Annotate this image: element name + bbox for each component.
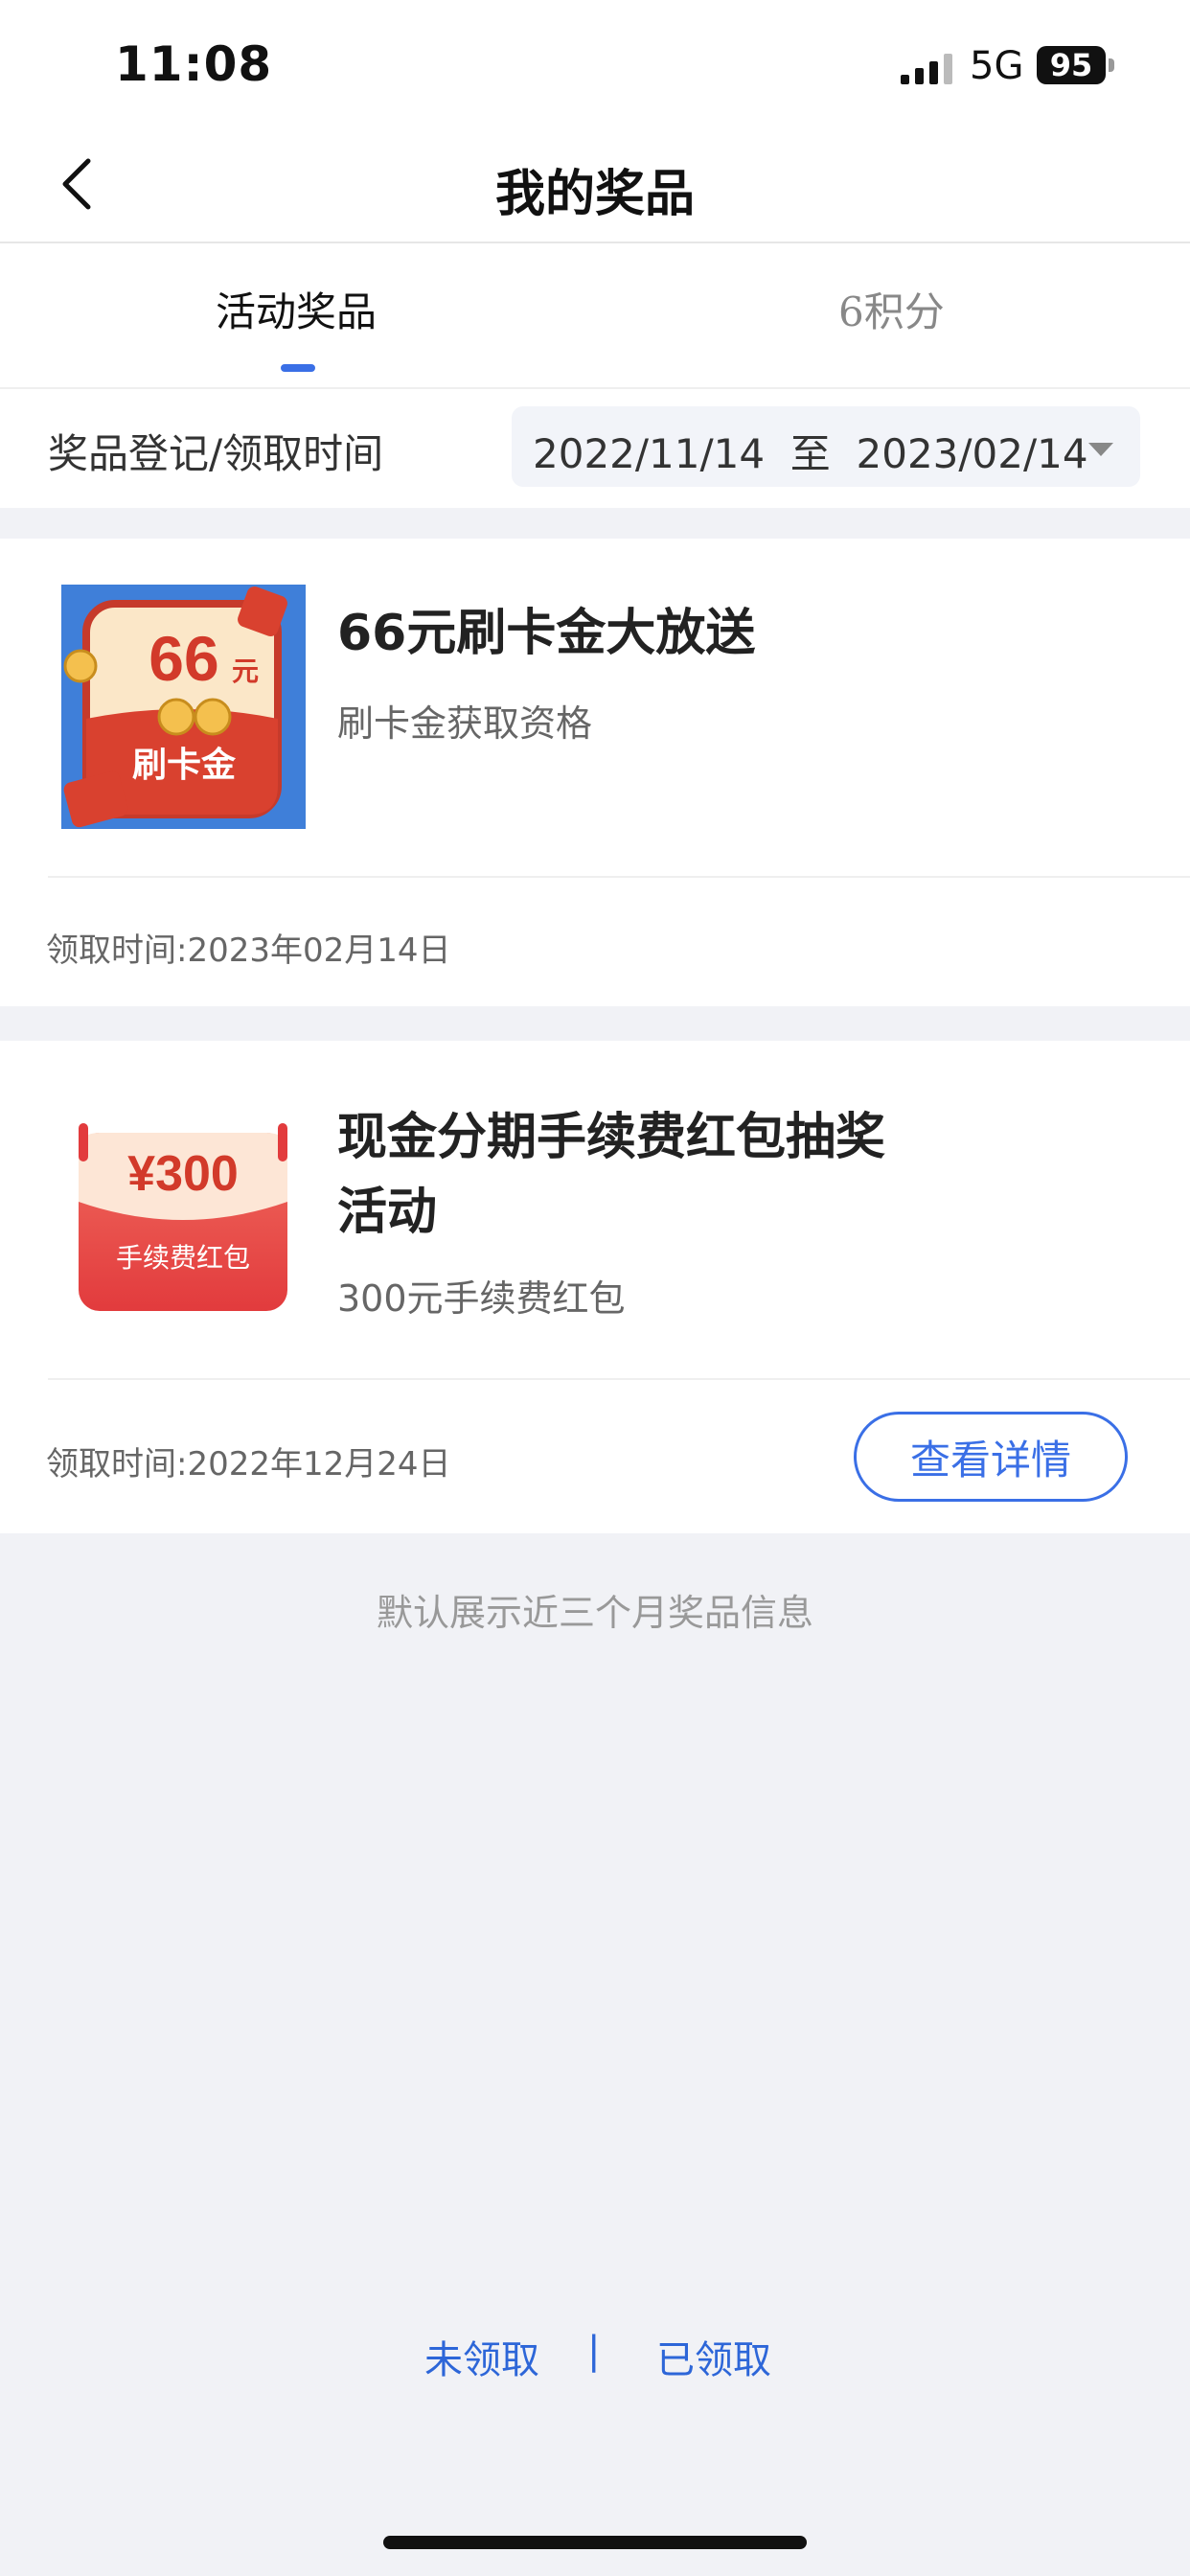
- tab-points[interactable]: 6积分: [838, 280, 945, 338]
- home-indicator[interactable]: [383, 2536, 807, 2549]
- signal-icon: [901, 54, 952, 84]
- footer-note: 默认展示近三个月奖品信息: [376, 1592, 813, 1634]
- start-date: 2022/11/14: [533, 430, 766, 477]
- page-title: 我的奖品: [494, 166, 695, 223]
- date-range-text[interactable]: 2022/11/14 至 2023/02/14: [533, 422, 1088, 480]
- tab-activity-prizes[interactable]: 活动奖品: [216, 280, 377, 338]
- tab-bar: [0, 243, 1190, 389]
- card-divider: [48, 876, 1190, 878]
- image-amount: ¥300: [127, 1146, 239, 1202]
- prize-title-line2: 活动: [337, 1184, 438, 1241]
- status-time: 11:08: [115, 36, 273, 92]
- image-caption: 刷卡金: [132, 745, 237, 785]
- prize-subtitle: 300元手续费红包: [337, 1277, 626, 1320]
- image-unit: 元: [232, 656, 259, 687]
- battery-icon: 95: [1037, 46, 1106, 84]
- claim-time: 领取时间:2023年02月14日: [46, 932, 451, 970]
- link-separator: |: [587, 2329, 601, 2373]
- claim-time: 领取时间:2022年12月24日: [46, 1445, 451, 1484]
- filter-label: 奖品登记/领取时间: [48, 430, 384, 477]
- card-divider: [48, 1378, 1190, 1380]
- dropdown-caret-icon[interactable]: [1088, 443, 1113, 456]
- image-amount: 66: [149, 623, 218, 694]
- prize-title: 66元刷卡金大放送: [337, 605, 756, 662]
- claimed-link[interactable]: 已领取: [656, 2329, 771, 2384]
- image-caption: 手续费红包: [116, 1242, 250, 1274]
- prize-title-line1: 现金分期手续费红包抽奖: [337, 1109, 886, 1166]
- end-date: 2023/02/14: [856, 430, 1088, 477]
- swipe-card-gold-image: 66 元 刷卡金: [61, 585, 306, 829]
- unclaimed-link[interactable]: 未领取: [424, 2329, 539, 2384]
- date-separator: 至: [790, 430, 831, 477]
- network-label: 5G: [970, 44, 1024, 88]
- view-details-button[interactable]: 查看详情: [854, 1412, 1128, 1502]
- fee-red-packet-image: ¥300 手续费红包: [79, 1123, 287, 1311]
- battery-tip: [1109, 58, 1114, 72]
- prize-subtitle: 刷卡金获取资格: [337, 702, 593, 745]
- active-tab-indicator: [281, 364, 315, 372]
